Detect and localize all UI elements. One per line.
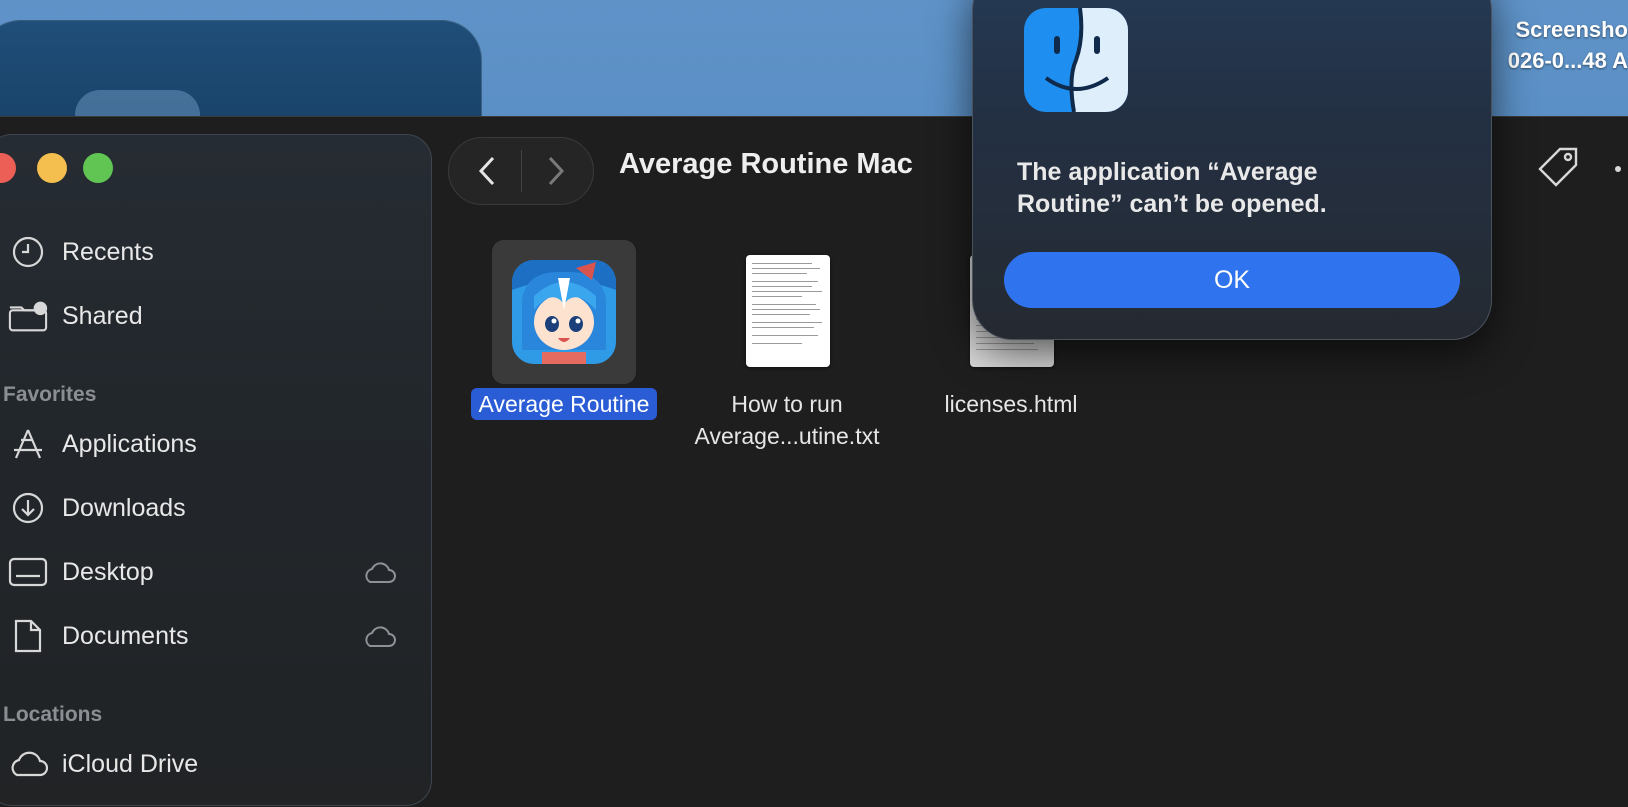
chevron-left-icon — [478, 156, 495, 186]
sidebar-item-label: iCloud Drive — [62, 749, 199, 778]
sidebar-item-documents[interactable]: Documents — [0, 614, 188, 658]
sidebar-item-applications[interactable]: Applications — [0, 422, 197, 466]
alert-message: The application “Average Routine” can’t … — [1017, 156, 1457, 220]
download-icon — [8, 488, 48, 528]
alert-message-line2: Routine” can’t be opened. — [1017, 190, 1327, 218]
alert-message-line1: The application “Average — [1017, 158, 1318, 186]
chevron-right-icon — [548, 156, 565, 186]
sidebar-item-desktop[interactable]: Desktop — [0, 550, 154, 594]
sidebar-item-label: Desktop — [62, 557, 154, 586]
applications-icon — [8, 424, 48, 464]
desktop-file-name-line2: 026-0...48 A — [1507, 48, 1628, 73]
window-title: Average Routine Mac — [619, 148, 913, 180]
sidebar-item-label: Documents — [62, 621, 189, 650]
desktop-icon — [8, 552, 48, 592]
file-item-average-routine[interactable]: Average Routine — [461, 388, 667, 420]
cloud-icon — [8, 744, 48, 784]
text-document-icon[interactable] — [746, 255, 830, 367]
minimize-button[interactable] — [37, 153, 67, 183]
desktop-file-label[interactable]: Screensho 026-0...48 A — [1508, 14, 1628, 76]
nav-separator — [521, 150, 522, 192]
sidebar-item-label: Shared — [62, 301, 143, 330]
back-button[interactable] — [462, 148, 512, 194]
sidebar-item-downloads[interactable]: Downloads — [0, 486, 186, 530]
sidebar-heading-favorites: Favorites — [3, 383, 97, 406]
shared-folder-icon — [8, 296, 48, 336]
sidebar-item-recents[interactable]: Recents — [0, 230, 154, 274]
forward-button[interactable] — [531, 148, 581, 194]
sidebar-item-icloud-drive[interactable]: iCloud Drive — [0, 742, 198, 786]
document-icon — [8, 616, 48, 656]
file-item-licenses[interactable]: licenses.html — [911, 388, 1111, 420]
clock-icon — [8, 232, 48, 272]
average-routine-app-icon[interactable] — [512, 260, 616, 364]
sidebar-heading-locations: Locations — [3, 703, 103, 726]
navigation-buttons — [448, 137, 594, 205]
finder-app-icon — [1024, 8, 1128, 112]
file-name-label: licenses.html — [944, 391, 1078, 417]
zoom-button[interactable] — [83, 153, 113, 183]
sidebar-item-label: Applications — [62, 429, 197, 458]
file-name-line1: How to run — [731, 391, 843, 417]
tag-icon[interactable] — [1536, 145, 1580, 194]
icloud-status-icon — [362, 561, 396, 585]
file-item-how-to-run[interactable]: How to run Average...utine.txt — [676, 388, 898, 452]
more-icon[interactable] — [1612, 162, 1624, 180]
sidebar-item-shared[interactable]: Shared — [0, 294, 143, 338]
file-name-line2: Average...utine.txt — [694, 423, 880, 449]
file-name-label: Average Routine — [470, 388, 658, 420]
ok-button[interactable]: OK — [1004, 252, 1460, 308]
sidebar-item-label: Downloads — [62, 493, 186, 522]
desktop-file-name-line1: Screensho — [1515, 17, 1628, 42]
icloud-status-icon — [362, 625, 396, 649]
sidebar-item-label: Recents — [62, 237, 154, 266]
